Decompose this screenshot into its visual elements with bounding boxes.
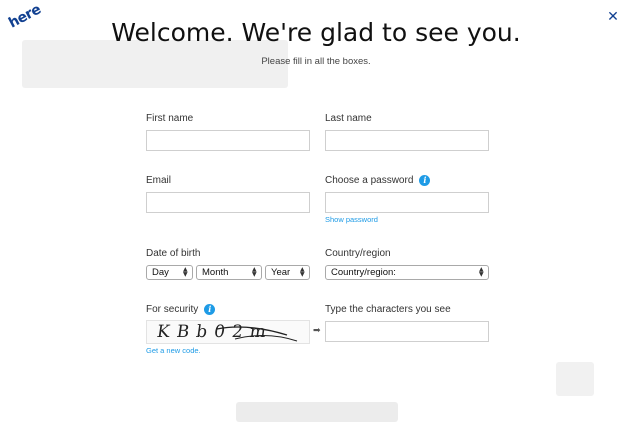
arrow-right-icon: ➡ xyxy=(313,326,321,336)
month-select[interactable]: Month ▲ ▼ xyxy=(196,265,262,280)
country-select[interactable]: Country/region: ▲ ▼ xyxy=(325,265,489,280)
new-code-link[interactable]: Get a new code. xyxy=(146,346,201,355)
first-name-field[interactable] xyxy=(146,130,310,151)
date-of-birth-label: Date of birth xyxy=(146,248,201,259)
captcha-image: KBb02m xyxy=(146,320,310,344)
captcha-input-label: Type the characters you see xyxy=(325,304,451,315)
select-arrows-icon: ▲ ▼ xyxy=(300,266,305,278)
security-label: For security xyxy=(146,304,199,316)
captcha-noise-lines xyxy=(216,326,298,342)
last-name-label: Last name xyxy=(325,113,372,124)
background-tile xyxy=(556,362,594,396)
email-label: Email xyxy=(146,175,172,186)
info-icon[interactable]: i xyxy=(204,304,216,315)
day-select-value: Day xyxy=(152,267,169,278)
country-select-value: Country/region: xyxy=(331,267,396,278)
select-arrows-icon: ▲ ▼ xyxy=(479,266,484,278)
page-subtitle: Please fill in all the boxes. xyxy=(261,56,371,67)
select-arrows-icon: ▲ ▼ xyxy=(252,266,257,278)
first-name-label: First name xyxy=(146,113,194,124)
show-password-link[interactable]: Show password xyxy=(325,215,378,224)
day-select[interactable]: Day ▲ ▼ xyxy=(146,265,193,280)
year-select[interactable]: Year ▲ ▼ xyxy=(265,265,310,280)
password-field[interactable] xyxy=(325,192,489,213)
password-label-row: Choose a password i xyxy=(325,175,431,187)
background-button xyxy=(236,402,398,422)
page-title: Welcome. We're glad to see you. xyxy=(111,18,521,47)
year-select-value: Year xyxy=(271,267,291,278)
last-name-field[interactable] xyxy=(325,130,489,151)
email-field[interactable] xyxy=(146,192,310,213)
info-icon[interactable]: i xyxy=(419,175,431,186)
security-label-row: For security i xyxy=(146,304,216,316)
password-label: Choose a password xyxy=(325,175,414,187)
month-select-value: Month xyxy=(202,267,229,278)
select-arrows-icon: ▲ ▼ xyxy=(183,266,188,278)
captcha-input[interactable] xyxy=(325,321,489,342)
country-label: Country/region xyxy=(325,248,391,259)
